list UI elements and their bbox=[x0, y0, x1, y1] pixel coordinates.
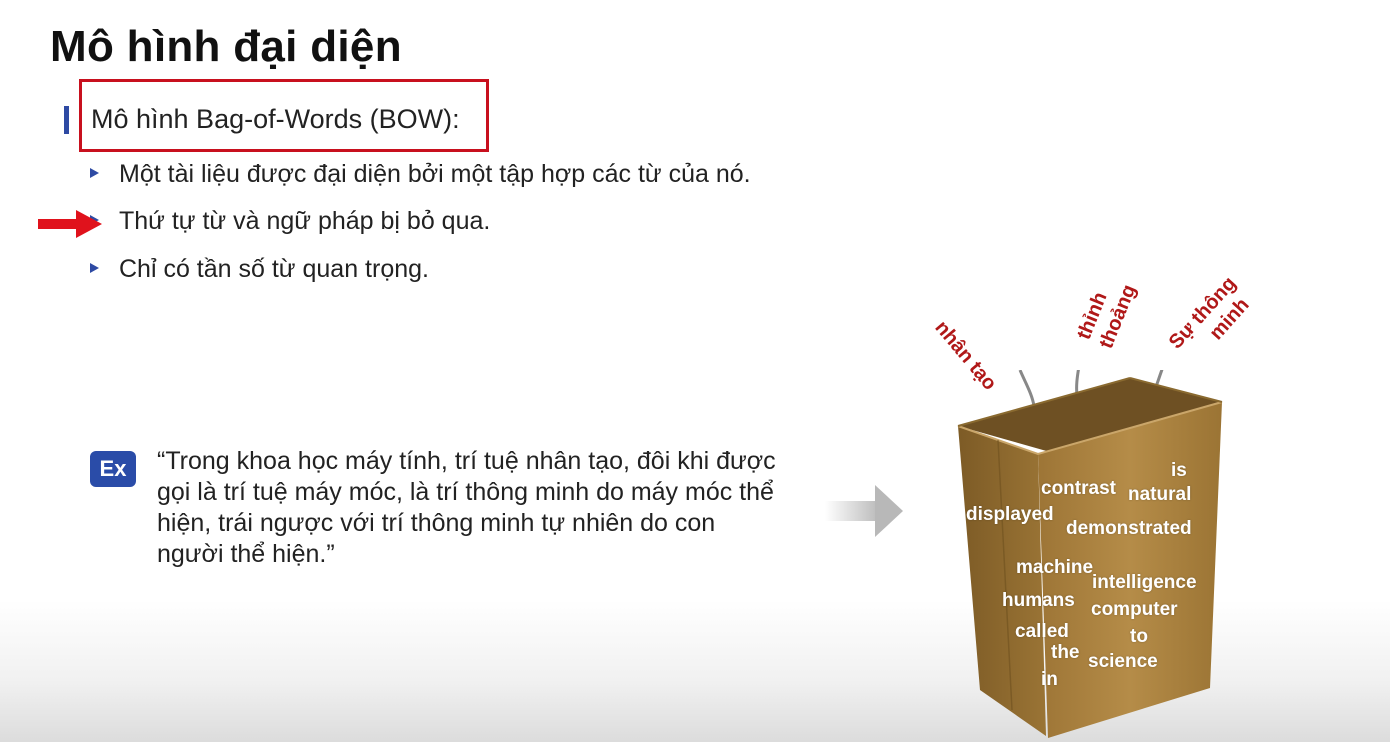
bullet-2: Thứ tự từ và ngữ pháp bị bỏ qua. bbox=[90, 207, 490, 236]
bullet-3: Chỉ có tần số từ quan trọng. bbox=[90, 255, 429, 284]
bag-word: in bbox=[1041, 669, 1058, 690]
bullet-text: Chỉ có tần số từ quan trọng. bbox=[119, 255, 429, 283]
bag-word: science bbox=[1088, 651, 1158, 672]
bag-word: demonstrated bbox=[1066, 518, 1192, 539]
outside-word-3: Sự thông minh bbox=[1164, 272, 1254, 354]
bag-word: is bbox=[1171, 460, 1187, 481]
example-badge: Ex bbox=[90, 451, 136, 487]
bag-word: natural bbox=[1128, 484, 1192, 505]
bag-word: machine bbox=[1016, 557, 1094, 578]
bag-word: computer bbox=[1091, 599, 1178, 620]
bullet-text: Một tài liệu được đại diện bởi một tập h… bbox=[119, 160, 751, 188]
bullet-triangle-icon bbox=[90, 168, 99, 179]
bag-word: called bbox=[1015, 621, 1069, 642]
bullet-1: Một tài liệu được đại diện bởi một tập h… bbox=[90, 160, 751, 189]
bag-word: to bbox=[1130, 626, 1148, 647]
bag-word: humans bbox=[1002, 590, 1075, 611]
bag-word: displayed bbox=[966, 504, 1054, 525]
section-bar bbox=[64, 106, 69, 134]
slide-title: Mô hình đại diện bbox=[50, 22, 402, 71]
bullet-text: Thứ tự từ và ngữ pháp bị bỏ qua. bbox=[119, 207, 491, 235]
bag-word: the bbox=[1051, 642, 1080, 663]
bag-word: contrast bbox=[1041, 478, 1116, 499]
example-quote: “Trong khoa học máy tính, trí tuệ nhân t… bbox=[157, 447, 776, 568]
outside-word-2: thỉnh thoảng bbox=[1072, 281, 1141, 352]
section-label: Mô hình Bag-of-Words (BOW): bbox=[91, 104, 460, 134]
gray-arrow-icon bbox=[825, 485, 903, 537]
paper-bag-icon bbox=[957, 370, 1223, 738]
red-arrow-icon bbox=[38, 210, 102, 238]
bullet-triangle-icon bbox=[90, 263, 99, 274]
bag-word: intelligence bbox=[1092, 572, 1197, 593]
